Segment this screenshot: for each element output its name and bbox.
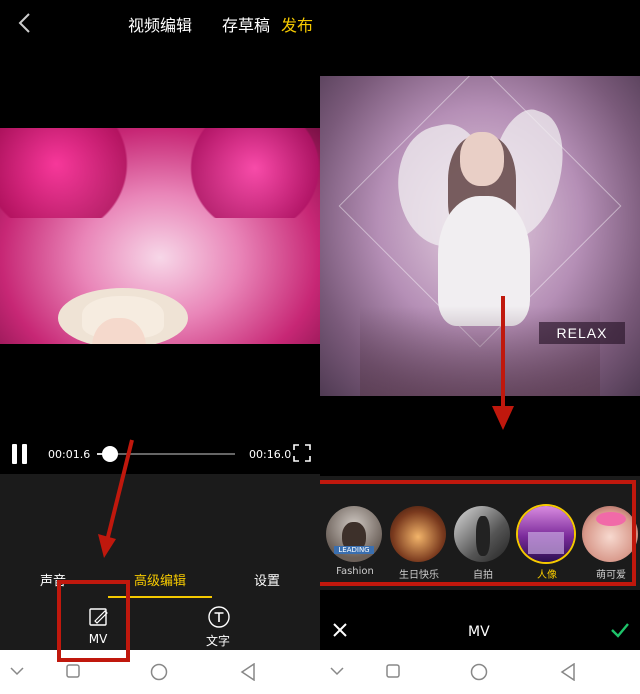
text-t-icon bbox=[208, 606, 230, 628]
system-nav-bar bbox=[320, 650, 640, 694]
save-draft-button[interactable]: 存草稿 bbox=[222, 12, 270, 36]
tab-sound[interactable]: 声音 bbox=[40, 570, 66, 589]
nav-menu-icon[interactable] bbox=[10, 666, 24, 676]
confirm-check-icon[interactable] bbox=[610, 622, 630, 638]
nav-recent-icon[interactable] bbox=[386, 664, 400, 678]
leading-badge: LEADING bbox=[334, 546, 374, 554]
mv-bottom-bar: MV bbox=[320, 604, 640, 650]
video-preview[interactable] bbox=[0, 128, 320, 344]
mv-template-portrait[interactable]: 人像 bbox=[518, 506, 576, 586]
mv-tool-button[interactable]: MV bbox=[68, 604, 128, 650]
mv-icon bbox=[89, 608, 108, 626]
page-title: 视频编辑 bbox=[128, 16, 193, 35]
nav-home-icon[interactable] bbox=[150, 663, 168, 681]
mv-template-label: Fashion bbox=[336, 566, 374, 577]
nav-back-icon[interactable] bbox=[560, 663, 576, 681]
text-tool-button[interactable]: 文字 bbox=[188, 604, 248, 650]
pause-icon[interactable] bbox=[12, 444, 28, 464]
mv-template-fashion[interactable]: LEADING Fashion bbox=[326, 506, 384, 586]
progress-thumb[interactable] bbox=[102, 446, 118, 462]
text-tool-label: 文字 bbox=[205, 634, 230, 648]
nav-recent-icon[interactable] bbox=[66, 664, 80, 678]
nav-home-icon[interactable] bbox=[470, 663, 488, 681]
tab-settings[interactable]: 设置 bbox=[254, 570, 280, 589]
back-arrow-icon[interactable] bbox=[16, 12, 34, 34]
close-icon[interactable] bbox=[332, 622, 348, 638]
top-bar: 视频编辑 存草稿 发布 bbox=[0, 0, 320, 46]
current-time: 00:01.6 bbox=[48, 448, 91, 461]
nav-back-icon[interactable] bbox=[240, 663, 256, 681]
publish-button[interactable]: 发布 bbox=[281, 12, 313, 36]
fullscreen-icon[interactable] bbox=[293, 444, 311, 462]
mv-preview[interactable]: RELAX bbox=[320, 76, 640, 396]
total-time: 00:16.0 bbox=[249, 448, 292, 461]
left-screen: 视频编辑 存草稿 发布 00:01.6 00:16.0 声音 高级编辑 设置 M… bbox=[0, 0, 320, 694]
tab-advanced-edit[interactable]: 高级编辑 bbox=[134, 570, 186, 589]
mv-template-cute[interactable]: 萌可爱 bbox=[582, 506, 640, 586]
edit-panel: 声音 高级编辑 设置 MV 文字 bbox=[0, 474, 320, 650]
mv-template-label: 生日快乐 bbox=[399, 570, 439, 581]
mv-panel-title: MV bbox=[468, 624, 490, 640]
nav-menu-icon[interactable] bbox=[330, 666, 344, 676]
overlay-text: RELAX bbox=[539, 322, 625, 344]
mv-template-label: 人像 bbox=[537, 570, 557, 581]
mv-template-strip[interactable]: LEADING Fashion 生日快乐 自拍 人像 萌可爱 bbox=[320, 476, 640, 590]
mv-tool-label: MV bbox=[88, 632, 108, 646]
right-screen: RELAX LEADING Fashion 生日快乐 自拍 人像 萌可爱 MV bbox=[320, 0, 640, 694]
mv-template-selfie[interactable]: 自拍 bbox=[454, 506, 512, 586]
mv-template-label: 自拍 bbox=[473, 570, 493, 581]
system-nav-bar bbox=[0, 650, 320, 694]
mv-template-label: 萌可爱 bbox=[596, 570, 626, 581]
tab-indicator bbox=[108, 596, 212, 598]
mv-template-birthday[interactable]: 生日快乐 bbox=[390, 506, 448, 586]
